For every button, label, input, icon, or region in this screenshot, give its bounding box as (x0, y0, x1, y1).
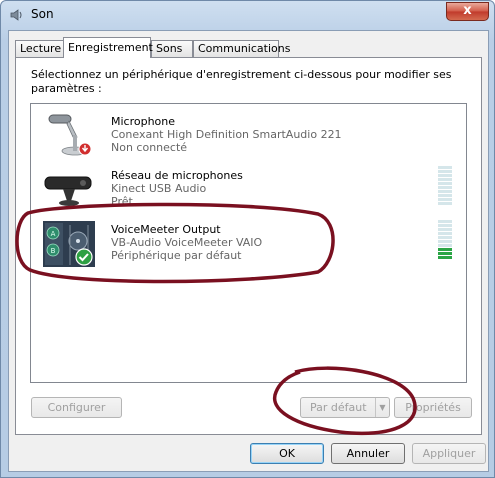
level-meter (438, 166, 452, 206)
ok-button[interactable]: OK (250, 443, 324, 464)
level-meter-segment (438, 240, 452, 243)
svg-text:A: A (51, 230, 56, 238)
tab-recording[interactable]: Enregistrement (63, 37, 153, 58)
device-driver: Kinect USB Audio (111, 182, 207, 195)
chevron-down-icon[interactable]: ▼ (375, 398, 389, 417)
level-meter-segment (438, 228, 452, 231)
level-meter-segment (438, 236, 452, 239)
level-meter-segment (438, 190, 452, 193)
title-bar[interactable]: Son x (1, 1, 494, 29)
cancel-button[interactable]: Annuler (331, 443, 405, 464)
tab-sounds[interactable]: Sons (151, 40, 193, 57)
device-status: Périphérique par défaut (111, 249, 242, 262)
recording-panel: Sélectionnez un périphérique d'enregistr… (15, 57, 482, 435)
microphone-icon (48, 114, 92, 156)
kinect-icon (44, 176, 92, 206)
level-meter-segment (438, 178, 452, 181)
dialog-client-area: Lecture Enregistrement Sons Communicatio… (8, 30, 489, 472)
device-name: VoiceMeeter Output (111, 223, 221, 236)
svg-text:B: B (51, 247, 56, 255)
level-meter-segment (438, 252, 452, 255)
disconnected-badge-icon (78, 142, 92, 156)
level-meter-segment (438, 198, 452, 201)
window-title: Son (31, 7, 54, 21)
level-meter-segment (438, 166, 452, 169)
level-meter (438, 220, 452, 260)
list-item-voicemeeter-output[interactable]: A B VoiceMeeter Output VB-Audio VoiceMee… (31, 215, 466, 267)
tab-playback[interactable]: Lecture (15, 40, 64, 57)
speaker-icon (10, 9, 22, 21)
level-meter-segment (438, 224, 452, 227)
close-button[interactable]: x (446, 2, 489, 21)
level-meter-segment (438, 194, 452, 197)
level-meter-segment (438, 186, 452, 189)
list-item-microphone[interactable]: Microphone Conexant High Definition Smar… (31, 107, 466, 159)
device-status: Prêt (111, 195, 133, 208)
device-list[interactable]: Microphone Conexant High Definition Smar… (30, 103, 467, 383)
level-meter-segment (438, 256, 452, 259)
device-name: Microphone (111, 115, 176, 128)
level-meter-segment (438, 232, 452, 235)
configure-button[interactable]: Configurer (31, 397, 122, 418)
voicemeeter-icon: A B (43, 221, 95, 267)
device-driver: VB-Audio VoiceMeeter VAIO (111, 236, 263, 249)
level-meter-segment (438, 220, 452, 223)
device-status: Non connecté (111, 141, 188, 154)
level-meter-segment (438, 244, 452, 247)
apply-button[interactable]: Appliquer (412, 443, 486, 464)
default-check-icon (75, 248, 93, 266)
level-meter-segment (438, 174, 452, 177)
level-meter-segment (438, 202, 452, 205)
device-name: Réseau de microphones (111, 169, 243, 182)
tab-communications[interactable]: Communications (193, 40, 290, 57)
sound-dialog-window: Son x Lecture Enregistrement Sons Commun… (0, 0, 495, 478)
properties-button[interactable]: Propriétés (394, 397, 472, 418)
instruction-text: Sélectionnez un périphérique d'enregistr… (31, 68, 452, 95)
device-driver: Conexant High Definition SmartAudio 221 (111, 128, 342, 141)
set-default-button[interactable]: Par défaut ▼ (300, 397, 390, 418)
level-meter-segment (438, 170, 452, 173)
close-icon: x (463, 3, 472, 18)
level-meter-segment (438, 248, 452, 251)
level-meter-segment (438, 182, 452, 185)
list-item-microphone-array[interactable]: Réseau de microphones Kinect USB Audio P… (31, 161, 466, 213)
